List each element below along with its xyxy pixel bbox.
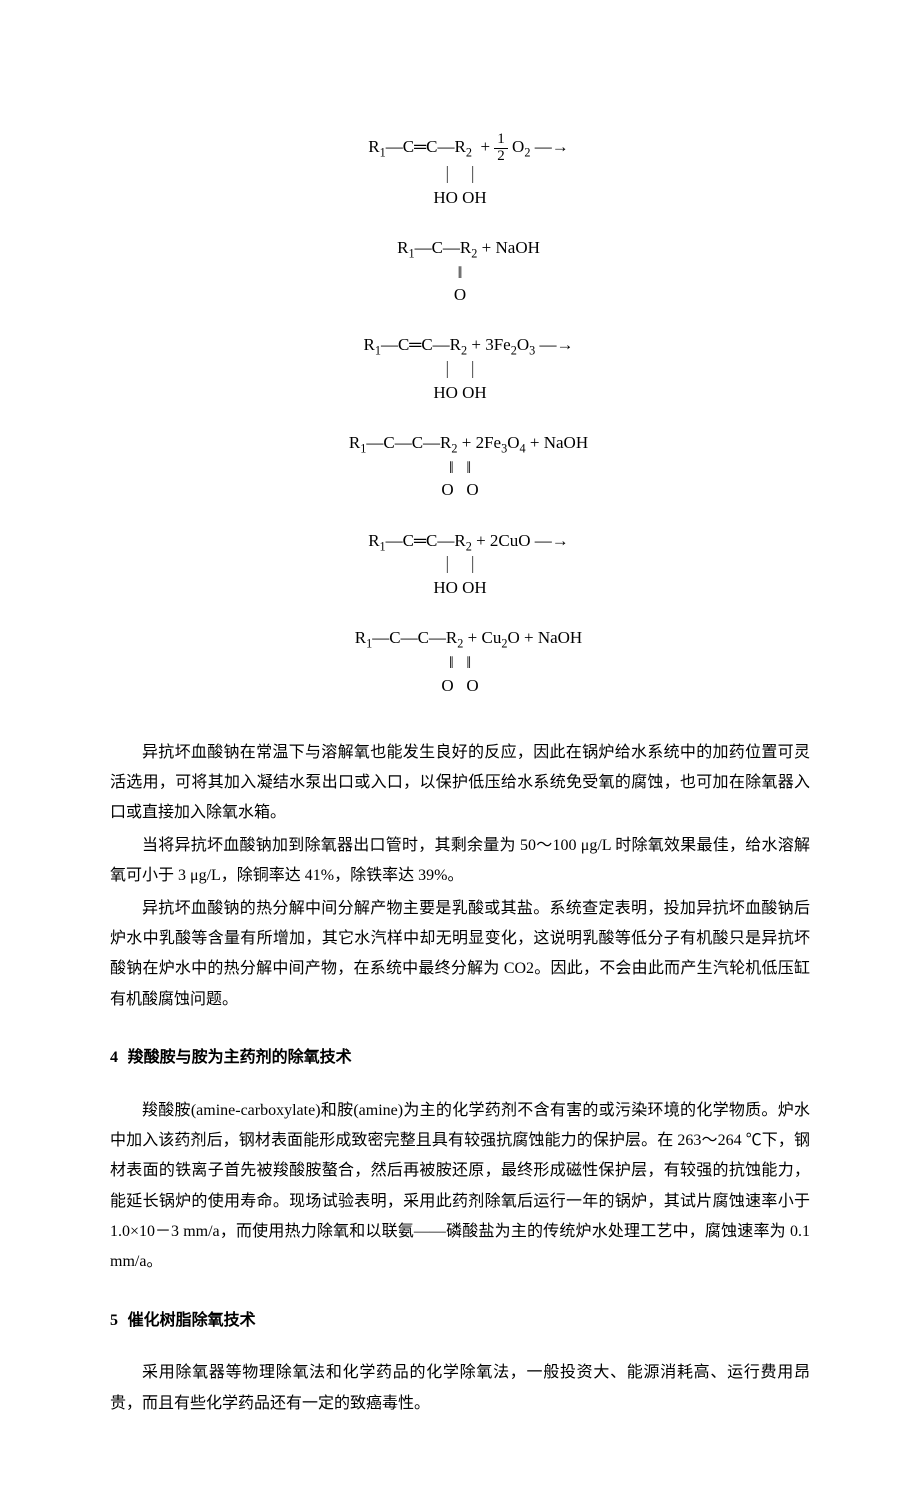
eq-1-below: HO OH	[433, 188, 486, 207]
eq-2-left: R1—C—R2	[397, 238, 477, 257]
chemical-equations: R1—C═C—R2 + 12 O2 —→ ｜ ｜ HO OH R1—C—R2 +…	[110, 110, 810, 703]
eq-4-below: O O	[441, 480, 478, 499]
eq-4-left: R1—C—C—R2	[349, 433, 458, 452]
eq-1-right: O2 —→	[512, 137, 569, 156]
eq-2: R1—C—R2 + NaOH ‖ O	[380, 215, 540, 307]
eq-6: R1—C—C—R2 + Cu2O + NaOH ‖ ‖ O O	[338, 605, 582, 697]
eq-4: R1—C—C—R2 + 2Fe3O4 + NaOH ‖ ‖ O O	[332, 410, 588, 502]
section4-p1: 羧酸胺(amine-carboxylate)和胺(amine)为主的化学药剂不含…	[110, 1096, 810, 1278]
eq-3: R1—C═C—R2 + 3Fe2O3 —→ ｜ ｜ HO OH	[346, 312, 573, 404]
eq-5-bonds: ｜ ｜	[439, 556, 482, 575]
heading-4: 4 羧酸胺与胺为主药剂的除氧技术	[110, 1043, 810, 1073]
eq-1-bonds: ｜ ｜	[439, 166, 482, 185]
eq-3-right: + 3Fe2O3 —→	[467, 335, 573, 354]
heading-4-title: 羧酸胺与胺为主药剂的除氧技术	[128, 1049, 352, 1066]
eq-2-below: O	[454, 285, 466, 304]
eq-5-right: + 2CuO —→	[472, 531, 569, 550]
eq-6-right: + Cu2O + NaOH	[463, 628, 582, 647]
eq-3-bonds: ｜ ｜	[439, 361, 482, 380]
eq-1-left: R1—C═C—R2	[368, 137, 472, 156]
eq-6-bonds: ‖ ‖	[449, 653, 471, 672]
eq-5-left: R1—C═C—R2	[368, 531, 472, 550]
eq-5-below: HO OH	[433, 578, 486, 597]
paragraph-2: 当将异抗坏血酸钠加到除氧器出口管时，其剩余量为 50～100 μg/L 时除氧效…	[110, 831, 810, 892]
eq-4-right: + 2Fe3O4 + NaOH	[458, 433, 589, 452]
heading-4-num: 4	[110, 1049, 118, 1066]
heading-5-num: 5	[110, 1312, 118, 1329]
eq-2-bonds: ‖	[458, 263, 463, 282]
eq-4-bonds: ‖ ‖	[449, 458, 471, 477]
eq-2-right: + NaOH	[477, 238, 539, 257]
eq-6-below: O O	[441, 676, 478, 695]
eq-5: R1—C═C—R2 + 2CuO —→ ｜ ｜ HO OH	[351, 507, 569, 599]
eq-3-below: HO OH	[433, 383, 486, 402]
fraction-half: 12	[494, 132, 508, 165]
heading-5-title: 催化树脂除氧技术	[128, 1312, 256, 1329]
paragraph-3: 异抗坏血酸钠的热分解中间分解产物主要是乳酸或其盐。系统查定表明，投加异抗坏血酸钠…	[110, 894, 810, 1016]
paragraph-1: 异抗坏血酸钠在常温下与溶解氧也能发生良好的反应，因此在锅炉给水系统中的加药位置可…	[110, 738, 810, 829]
eq-6-left: R1—C—C—R2	[355, 628, 464, 647]
eq-3-left: R1—C═C—R2	[363, 335, 467, 354]
eq-1: R1—C═C—R2 + 12 O2 —→ ｜ ｜ HO OH	[351, 110, 568, 209]
heading-5: 5 催化树脂除氧技术	[110, 1306, 810, 1336]
section5-p1: 采用除氧器等物理除氧法和化学药品的化学除氧法，一般投资大、能源消耗高、运行费用昂…	[110, 1358, 810, 1419]
